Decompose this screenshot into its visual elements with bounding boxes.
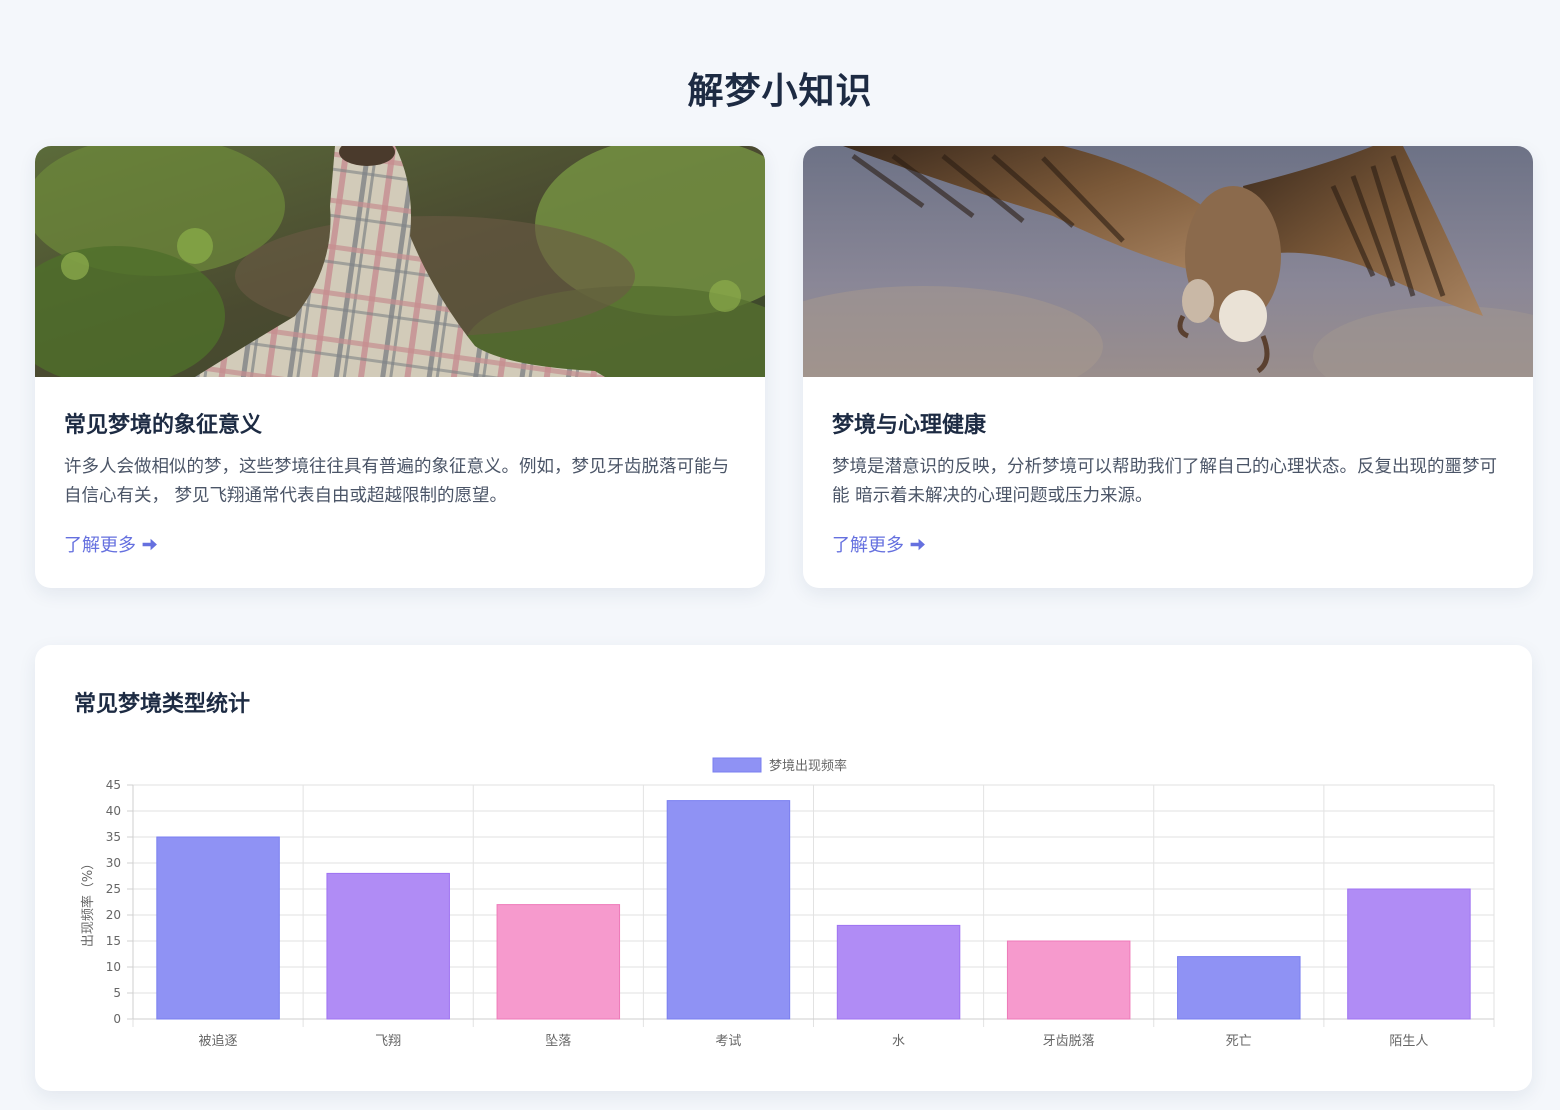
y-tick-label: 30: [106, 856, 121, 870]
y-axis-title: 出现频率（%）: [80, 857, 96, 947]
bar-死亡: [1177, 956, 1301, 1020]
learn-more-label: 了解更多: [64, 535, 136, 556]
chart-card: 常见梦境类型统计 0 5 10 15 20 25 30 35 40 45 被追逐 飞翔 坠落 考试水牙齿脱…: [35, 645, 1532, 1091]
dream-frequency-bar-chart: 0 5 10 15 20 25 30 35 40 45 被追逐 飞翔 坠落 考试 水 牙齿脱落 死亡 陌生人 出现频…: [80, 757, 1495, 1049]
x-tick-label: 被追逐: [199, 1033, 238, 1049]
x-tick-label: 水: [892, 1034, 905, 1049]
x-tick-label: 考试: [715, 1034, 741, 1049]
page-title: 解梦小知识: [687, 71, 873, 112]
y-tick-label: 10: [106, 960, 121, 974]
x-tick-label: 牙齿脱落: [1043, 1034, 1095, 1049]
arrow-right-icon: [142, 538, 157, 550]
bar-被追逐: [156, 836, 280, 1020]
y-tick-label: 45: [106, 778, 121, 792]
x-tick-label: 坠落: [545, 1033, 571, 1049]
bar-牙齿脱落: [1006, 940, 1131, 1020]
y-tick-label: 5: [113, 986, 121, 1000]
x-tick-label: 陌生人: [1389, 1034, 1428, 1049]
y-tick-label: 35: [106, 830, 121, 844]
bar-坠落: [496, 904, 621, 1020]
y-tick-label: 0: [113, 1012, 121, 1026]
y-tick-label: 25: [106, 882, 121, 896]
y-tick-label: 15: [106, 934, 121, 948]
bar-飞翔: [326, 872, 450, 1020]
vulture-in-flight-photo: [803, 146, 1533, 377]
bar-考试: [666, 800, 791, 1020]
card-dream-symbols: 常见梦境的象征意义 许多人会做相似的梦，这些梦境往往具有普遍的象征意义。例如，梦…: [35, 146, 765, 588]
y-tick-label: 40: [106, 804, 121, 818]
learn-more-link[interactable]: 了解更多: [832, 531, 926, 557]
x-tick-label: 飞翔: [375, 1034, 401, 1049]
x-tick-label: 死亡: [1226, 1034, 1252, 1049]
card-title: 梦境与心理健康: [832, 413, 987, 438]
bar-水: [836, 924, 961, 1020]
legend-swatch: [712, 757, 762, 773]
card-text: 许多人会做相似的梦，这些梦境往往具有普遍的象征意义。例如，梦见牙齿脱落可能与自信…: [64, 457, 729, 506]
arrow-right-icon: [910, 538, 925, 550]
card-dreams-mental-health: 梦境与心理健康 梦境是潜意识的反映，分析梦境可以帮助我们了解自己的心理状态。反复…: [803, 146, 1533, 588]
y-tick-label: 20: [106, 908, 121, 922]
learn-more-label: 了解更多: [832, 535, 904, 556]
legend-label: 梦境出现频率: [769, 758, 847, 774]
card-title: 常见梦境的象征意义: [64, 413, 263, 438]
card-text: 梦境是潜意识的反映，分析梦境可以帮助我们了解自己的心理状态。反复出现的噩梦可能 …: [832, 457, 1497, 506]
bar-陌生人: [1347, 888, 1471, 1020]
learn-more-link[interactable]: 了解更多: [64, 531, 158, 557]
person-in-blanket-forest-photo: [35, 146, 765, 377]
